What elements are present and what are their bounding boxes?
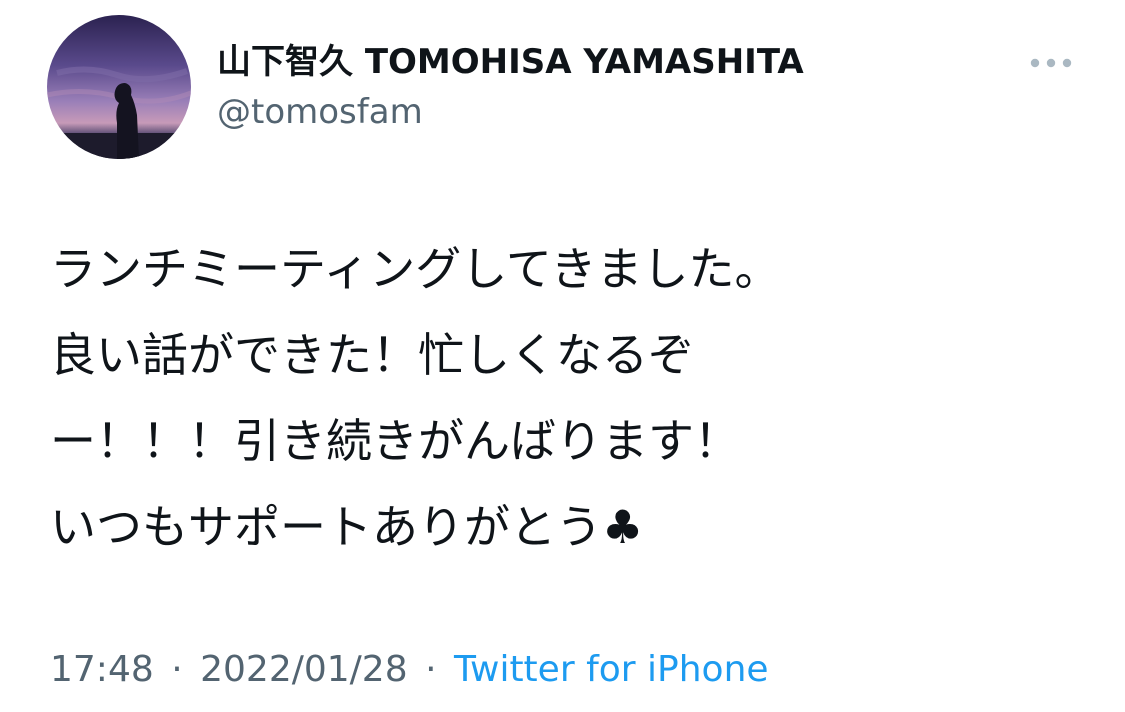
avatar-photo bbox=[47, 15, 191, 159]
tweet-meta: 17:48 · 2022/01/28 · Twitter for iPhone bbox=[50, 644, 769, 696]
tweet-card: 山下智久 TOMOHISA YAMASHITA @tomosfam ランチミーテ… bbox=[0, 0, 1125, 712]
author-display-name[interactable]: 山下智久 TOMOHISA YAMASHITA bbox=[217, 38, 804, 86]
tweet-text-line: いつもサポートありがとう♣ bbox=[50, 500, 644, 554]
meta-separator: · bbox=[171, 649, 183, 690]
tweet-text: ランチミーティングしてきました。 良い話ができた！忙しくなるぞ ー！！！引き続き… bbox=[50, 226, 1060, 570]
avatar[interactable] bbox=[47, 15, 191, 159]
tweet-source-link[interactable]: Twitter for iPhone bbox=[454, 649, 769, 690]
meta-separator: · bbox=[425, 649, 437, 690]
more-horizontal-icon bbox=[1030, 58, 1072, 68]
tweet-date[interactable]: 2022/01/28 bbox=[200, 649, 408, 690]
tweet-text-line: ー！！！引き続きがんばります！ bbox=[50, 414, 740, 468]
more-options-button[interactable] bbox=[1025, 48, 1077, 78]
tweet-text-line: 良い話ができた！忙しくなるぞ bbox=[50, 328, 694, 382]
author-handle[interactable]: @tomosfam bbox=[217, 88, 804, 136]
tweet-text-line: ランチミーティングしてきました。 bbox=[50, 242, 781, 296]
tweet-time[interactable]: 17:48 bbox=[50, 649, 154, 690]
author-block: 山下智久 TOMOHISA YAMASHITA @tomosfam bbox=[217, 38, 804, 136]
